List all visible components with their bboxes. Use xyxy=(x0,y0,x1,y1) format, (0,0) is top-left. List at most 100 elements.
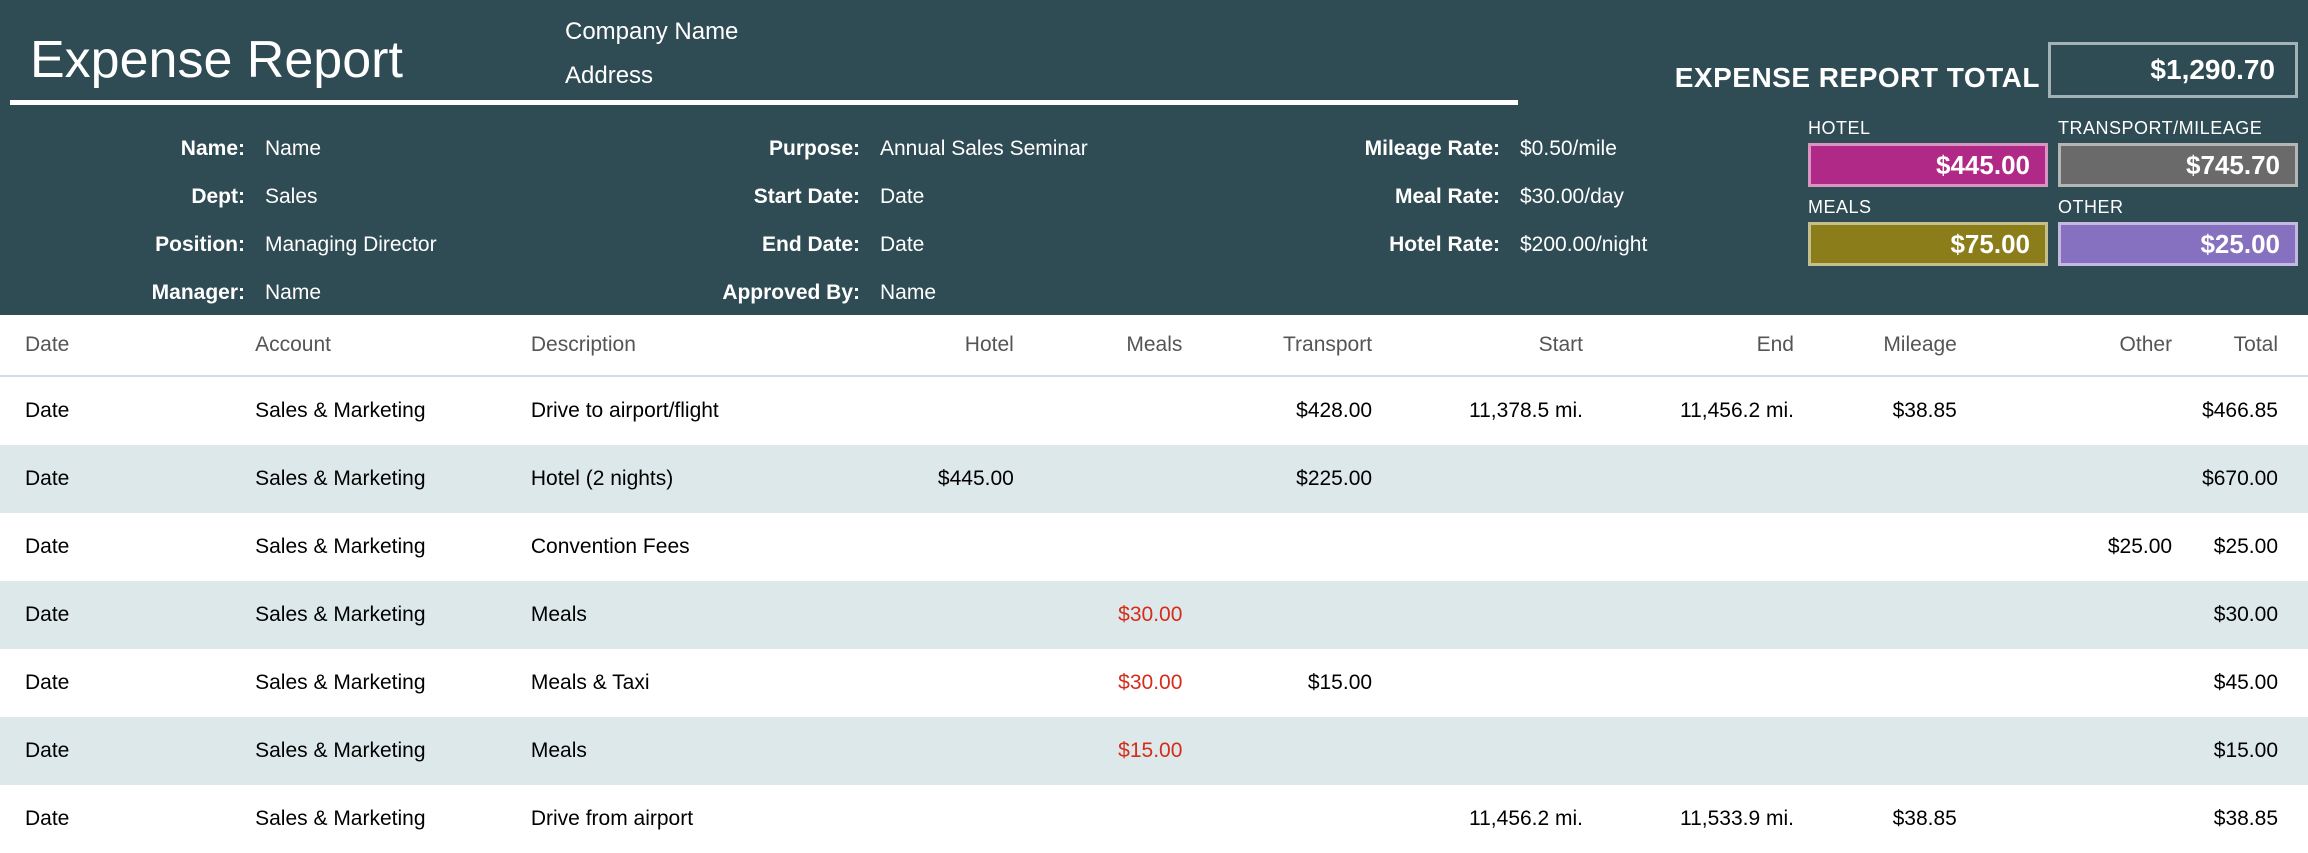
col-mileage: Mileage xyxy=(1809,315,1972,376)
cell-other xyxy=(1972,445,2187,513)
mealrate-label: Meal Rate: xyxy=(1100,185,1520,209)
cell-acct: Sales & Marketing xyxy=(240,649,516,717)
cell-trans: $225.00 xyxy=(1197,445,1387,513)
cell-tot: $25.00 xyxy=(2187,513,2308,581)
cell-mil xyxy=(1809,513,1972,581)
summary-transport: TRANSPORT/MILEAGE $745.70 xyxy=(2058,118,2298,187)
cell-mil xyxy=(1809,445,1972,513)
cell-desc: Convention Fees xyxy=(516,513,850,581)
cell-meals: $15.00 xyxy=(1029,717,1198,785)
cell-acct: Sales & Marketing xyxy=(240,513,516,581)
cell-other xyxy=(1972,785,2187,853)
cell-date: Date xyxy=(0,376,240,445)
cell-tot: $15.00 xyxy=(2187,717,2308,785)
mileagerate-value: $0.50/mile xyxy=(1520,137,1820,161)
cell-acct: Sales & Marketing xyxy=(240,717,516,785)
col-other: Other xyxy=(1972,315,2187,376)
report-title: Expense Report xyxy=(30,30,403,90)
cell-trans: $15.00 xyxy=(1197,649,1387,717)
mealrate-value: $30.00/day xyxy=(1520,185,1820,209)
grand-total-label: EXPENSE REPORT TOTAL xyxy=(1675,62,2040,94)
cell-meals xyxy=(1029,785,1198,853)
col-date: Date xyxy=(0,315,240,376)
cell-mil xyxy=(1809,717,1972,785)
cell-start: 11,456.2 mi. xyxy=(1387,785,1598,853)
summary-other: OTHER $25.00 xyxy=(2058,197,2298,266)
cell-start xyxy=(1387,445,1598,513)
header-divider xyxy=(10,100,1518,105)
cell-tot: $30.00 xyxy=(2187,581,2308,649)
company-name: Company Name xyxy=(565,18,738,46)
cell-hotel xyxy=(850,785,1029,853)
cell-other xyxy=(1972,717,2187,785)
summary-hotel-label: HOTEL xyxy=(1808,118,2048,139)
cell-tot: $466.85 xyxy=(2187,376,2308,445)
cell-acct: Sales & Marketing xyxy=(240,785,516,853)
cell-trans xyxy=(1197,717,1387,785)
cell-other xyxy=(1972,376,2187,445)
meta-center: Purpose:Annual Sales Seminar Start Date:… xyxy=(560,125,1180,317)
cell-hotel xyxy=(850,513,1029,581)
cell-mil: $38.85 xyxy=(1809,785,1972,853)
purpose-label: Purpose: xyxy=(560,137,880,161)
grand-total-value: $1,290.70 xyxy=(2048,42,2298,98)
cell-start xyxy=(1387,717,1598,785)
enddate-label: End Date: xyxy=(560,233,880,257)
cell-date: Date xyxy=(0,717,240,785)
manager-label: Manager: xyxy=(0,281,265,305)
cell-tot: $45.00 xyxy=(2187,649,2308,717)
cell-date: Date xyxy=(0,649,240,717)
col-transport: Transport xyxy=(1197,315,1387,376)
summary-other-value: $25.00 xyxy=(2058,222,2298,266)
cell-trans xyxy=(1197,785,1387,853)
cell-hotel xyxy=(850,717,1029,785)
cell-desc: Meals xyxy=(516,717,850,785)
cell-date: Date xyxy=(0,445,240,513)
col-hotel: Hotel xyxy=(850,315,1029,376)
name-value: Name xyxy=(265,137,565,161)
table-row: DateSales & MarketingMeals & Taxi$30.00$… xyxy=(0,649,2308,717)
summary-hotel: HOTEL $445.00 xyxy=(1808,118,2048,187)
cell-meals: $30.00 xyxy=(1029,649,1198,717)
cell-desc: Drive to airport/flight xyxy=(516,376,850,445)
cell-trans: $428.00 xyxy=(1197,376,1387,445)
cell-end xyxy=(1598,513,1809,581)
approved-label: Approved By: xyxy=(560,281,880,305)
expense-table: Date Account Description Hotel Meals Tra… xyxy=(0,315,2308,853)
cell-date: Date xyxy=(0,785,240,853)
manager-value: Name xyxy=(265,281,565,305)
cell-meals: $30.00 xyxy=(1029,581,1198,649)
cell-acct: Sales & Marketing xyxy=(240,581,516,649)
company-address: Address xyxy=(565,62,653,90)
summary-boxes: HOTEL $445.00 TRANSPORT/MILEAGE $745.70 … xyxy=(1808,118,2298,266)
col-description: Description xyxy=(516,315,850,376)
cell-hotel xyxy=(850,376,1029,445)
col-end: End xyxy=(1598,315,1809,376)
cell-mil: $38.85 xyxy=(1809,376,1972,445)
cell-other xyxy=(1972,649,2187,717)
position-value: Managing Director xyxy=(265,233,565,257)
summary-other-label: OTHER xyxy=(2058,197,2298,218)
meta-left: Name:Name Dept:Sales Position:Managing D… xyxy=(0,125,565,317)
table-row: DateSales & MarketingDrive to airport/fl… xyxy=(0,376,2308,445)
cell-desc: Drive from airport xyxy=(516,785,850,853)
cell-date: Date xyxy=(0,581,240,649)
cell-other xyxy=(1972,581,2187,649)
col-meals: Meals xyxy=(1029,315,1198,376)
dept-label: Dept: xyxy=(0,185,265,209)
dept-value: Sales xyxy=(265,185,565,209)
cell-meals xyxy=(1029,445,1198,513)
cell-end: 11,456.2 mi. xyxy=(1598,376,1809,445)
cell-mil xyxy=(1809,649,1972,717)
cell-meals xyxy=(1029,376,1198,445)
col-account: Account xyxy=(240,315,516,376)
cell-end xyxy=(1598,649,1809,717)
cell-desc: Meals xyxy=(516,581,850,649)
cell-acct: Sales & Marketing xyxy=(240,445,516,513)
cell-hotel: $445.00 xyxy=(850,445,1029,513)
cell-start xyxy=(1387,649,1598,717)
hotelrate-label: Hotel Rate: xyxy=(1100,233,1520,257)
startdate-label: Start Date: xyxy=(560,185,880,209)
summary-meals: MEALS $75.00 xyxy=(1808,197,2048,266)
cell-meals xyxy=(1029,513,1198,581)
